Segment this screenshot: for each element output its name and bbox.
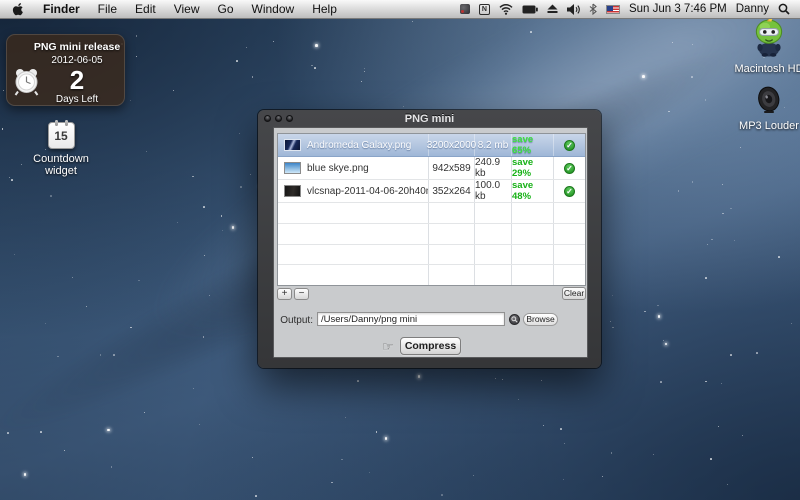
done-check-icon: ✓ [564,140,575,151]
desktop: Finder File Edit View Go Window Help N [0,0,800,500]
menu-item-go[interactable]: Go [209,0,243,19]
input-language-flag-icon[interactable] [606,5,620,14]
window-controls [264,115,293,122]
spotlight-icon[interactable] [778,3,790,15]
minimize-button[interactable] [275,115,282,122]
empty-table-row[interactable] [278,245,585,266]
menu-bar-left: Finder File Edit View Go Window Help [0,0,346,18]
file-dimensions: 942x589 [429,157,475,179]
file-size: 240.9 kb [475,157,512,179]
clear-button[interactable]: Clear [562,287,586,300]
n-status-icon[interactable]: N [479,4,490,15]
calendar-icon: 15 [48,122,75,149]
table-row[interactable]: blue skye.png 942x589 240.9 kb save 29% … [278,157,585,180]
menu-bar-user[interactable]: Danny [736,3,769,15]
calendar-widget[interactable]: 15 Countdown widget [20,122,102,177]
file-dimensions: 3200x2000 [429,134,475,156]
file-dimensions: 352x264 [429,180,475,202]
file-thumbnail [284,139,301,151]
desktop-icon-label: MP3 Louder [729,120,800,132]
menu-bar-clock[interactable]: Sun Jun 3 7:46 PM [629,3,727,15]
menu-item-window[interactable]: Window [243,0,304,19]
table-row[interactable]: Andromeda Galaxy.png 3200x2000 8.2 mb sa… [278,134,585,157]
file-thumbnail [284,185,301,197]
calendar-widget-label: Countdown widget [20,153,102,177]
menu-item-file[interactable]: File [89,0,126,19]
window-content: Andromeda Galaxy.png 3200x2000 8.2 mb sa… [273,127,588,358]
menu-extra-app-icon[interactable] [460,4,470,14]
file-save-percent: save 48% [512,180,554,202]
countdown-title: PNG mini release [33,41,121,53]
done-check-icon: ✓ [564,186,575,197]
countdown-widget[interactable]: PNG mini release 2012-06-05 2 Days Left [6,34,125,106]
speaker-icon [756,86,782,114]
window-title: PNG mini [405,113,455,125]
empty-table-row[interactable] [278,265,585,285]
wifi-icon[interactable] [499,4,513,15]
output-reveal-button[interactable] [509,314,520,325]
menu-item-finder[interactable]: Finder [34,0,89,19]
file-size: 100.0 kb [475,180,512,202]
pointing-hand-icon: ☞ [382,339,394,355]
table-row[interactable]: vlcsnap-2011-04-06-20h40m36s165.png 352x… [278,180,585,203]
menu-bar-status: N Sun Jun 3 7:46 PM Danny [460,0,800,18]
apple-menu-icon[interactable] [0,2,34,16]
eject-icon[interactable] [547,4,558,14]
compress-button[interactable]: Compress [400,337,461,355]
output-label: Output: [274,315,313,326]
magnifier-icon [511,316,518,323]
countdown-days-label: Days Left [33,94,121,105]
file-name: Andromeda Galaxy.png [307,140,411,151]
file-name: vlcsnap-2011-04-06-20h40m36s165.png [307,186,429,197]
menu-bar: Finder File Edit View Go Window Help N [0,0,800,19]
add-file-button[interactable]: + [277,288,292,300]
close-button[interactable] [264,115,271,122]
window-title-bar[interactable]: PNG mini [258,110,601,127]
menu-item-help[interactable]: Help [303,0,346,19]
file-thumbnail [284,162,301,174]
done-check-icon: ✓ [564,163,575,174]
calendar-day-number: 15 [49,123,74,150]
bluetooth-icon[interactable] [589,3,597,15]
countdown-texts: PNG mini release 2012-06-05 2 Days Left [33,41,121,105]
desktop-icon-macintosh-hd[interactable]: Macintosh HD [734,17,800,75]
file-save-percent: save 29% [512,157,554,179]
volume-icon[interactable] [567,4,580,15]
file-name: blue skye.png [307,163,369,174]
browse-button[interactable]: Browse [523,313,558,326]
empty-table-row[interactable] [278,203,585,224]
remove-file-button[interactable]: − [294,288,309,300]
menu-item-edit[interactable]: Edit [126,0,165,19]
output-path-field[interactable] [317,312,505,326]
desktop-icon-mp3-louder[interactable]: MP3 Louder [729,86,800,132]
png-mini-window: PNG mini Andromeda Galaxy.png 3200x2000 … [258,110,601,368]
desktop-icon-label: Macintosh HD [734,63,800,75]
countdown-days-number: 2 [33,67,121,93]
menu-item-view[interactable]: View [165,0,209,19]
zoom-button[interactable] [286,115,293,122]
file-table: Andromeda Galaxy.png 3200x2000 8.2 mb sa… [277,133,586,286]
file-save-percent: save 65% [512,134,554,156]
battery-icon[interactable] [522,5,538,14]
green-creature-drive-icon [751,17,787,57]
file-size: 8.2 mb [475,134,512,156]
empty-table-row[interactable] [278,224,585,245]
